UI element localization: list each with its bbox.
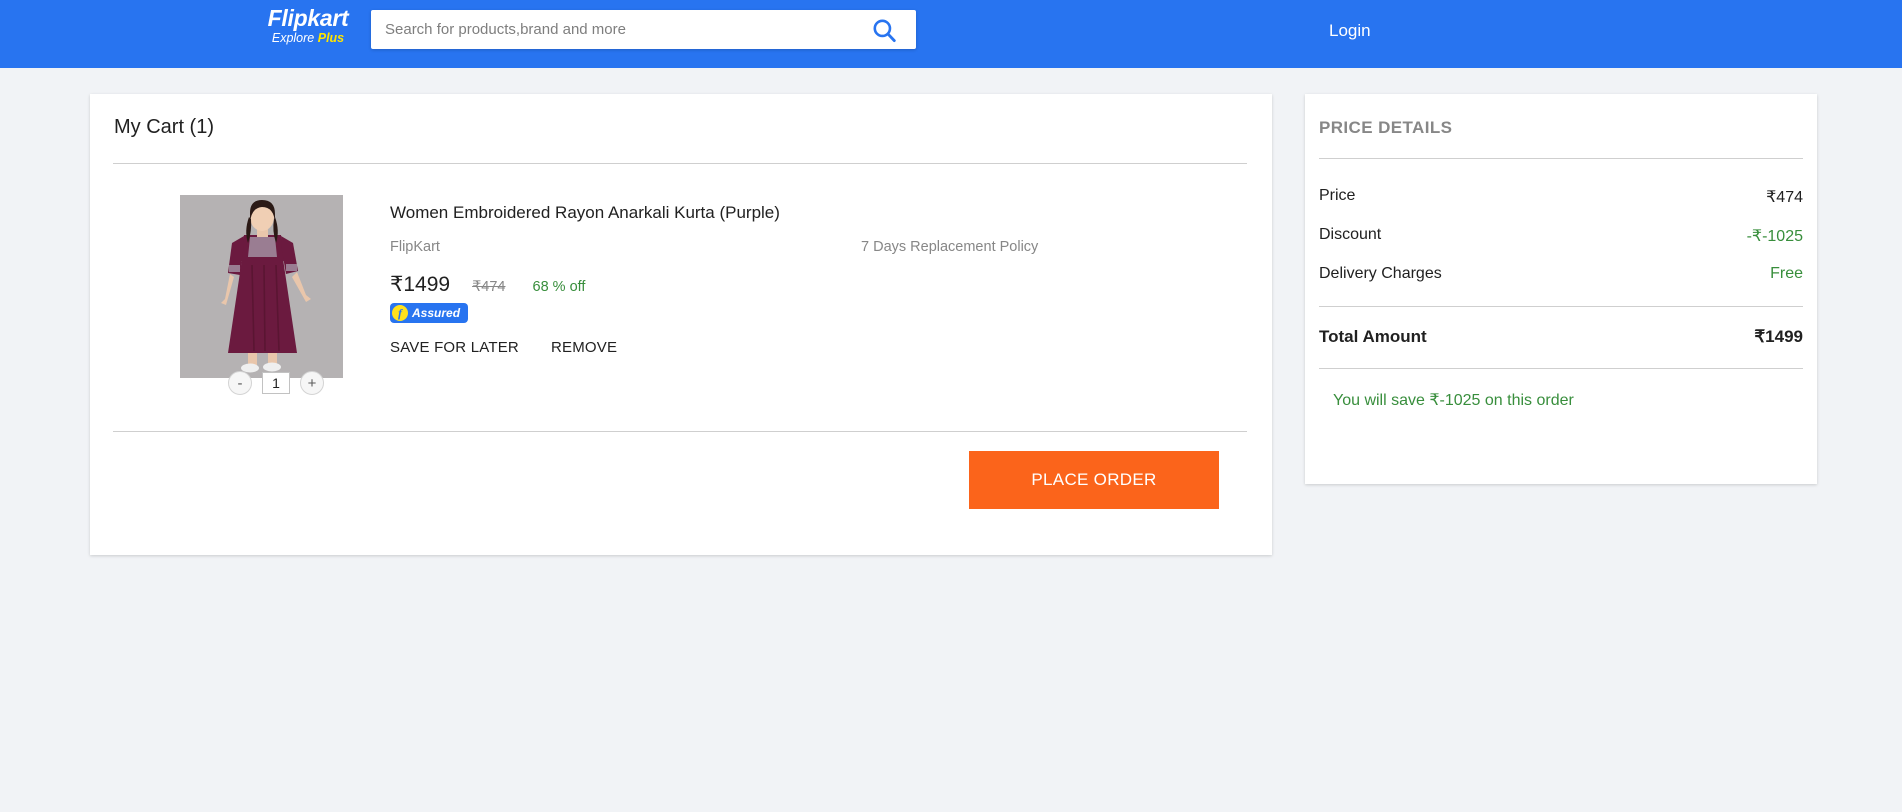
cart-item-actions: SAVE FOR LATER REMOVE xyxy=(390,339,617,356)
save-for-later-button[interactable]: SAVE FOR LATER xyxy=(390,339,519,356)
price-row-delivery-label: Delivery Charges xyxy=(1319,265,1442,282)
quantity-input[interactable] xyxy=(262,372,290,394)
page-body: My Cart (1) - 1 + Women Embroidered Rayo… xyxy=(0,68,1902,812)
search-icon xyxy=(873,18,896,42)
total-amount-label: Total Amount xyxy=(1319,327,1427,346)
logo-wordmark: Flipkart xyxy=(267,5,349,31)
product-image[interactable] xyxy=(180,195,343,378)
price-row-discount-label: Discount xyxy=(1319,226,1382,243)
price-row-discount-value: -₹-1025 xyxy=(1746,228,1803,245)
price-row-delivery: Delivery Charges Free xyxy=(1319,265,1803,283)
quantity-stepper: - + xyxy=(228,371,324,395)
logo-tagline-plus: Plus xyxy=(317,31,345,45)
site-header: Flipkart Explore Plus Login xyxy=(0,0,1902,68)
price-row-discount: Discount -₹-1025 xyxy=(1319,226,1803,246)
product-seller: FlipKart xyxy=(390,239,440,255)
assured-label: Assured xyxy=(412,306,461,320)
cart-card: My Cart (1) - 1 + Women Embroidered Rayo… xyxy=(90,94,1272,555)
quantity-decrement-button[interactable]: - xyxy=(228,371,252,395)
remove-button[interactable]: REMOVE xyxy=(551,339,617,356)
replacement-policy: 7 Days Replacement Policy xyxy=(861,239,1039,255)
total-amount-row: Total Amount ₹1499 xyxy=(1319,327,1803,347)
product-photo xyxy=(180,195,343,378)
flipkart-logo[interactable]: Flipkart Explore Plus xyxy=(252,7,364,45)
cart-divider-top xyxy=(113,163,1247,164)
logo-tagline-explore: Explore xyxy=(271,31,315,45)
quantity-increment-button[interactable]: + xyxy=(300,371,324,395)
price-row-delivery-value: Free xyxy=(1770,265,1803,282)
product-name[interactable]: Women Embroidered Rayon Anarkali Kurta (… xyxy=(390,203,780,223)
search-bar xyxy=(371,10,916,49)
place-order-button[interactable]: PLACE ORDER xyxy=(969,451,1219,509)
search-input[interactable] xyxy=(371,10,861,49)
price-details-divider-3 xyxy=(1319,368,1803,369)
cart-title: My Cart (1) xyxy=(114,116,214,138)
current-price: ₹1499 xyxy=(390,273,451,296)
flipkart-assured-icon: f xyxy=(392,305,408,321)
price-row-price: Price ₹474 xyxy=(1319,187,1803,207)
price-row-price-value: ₹474 xyxy=(1766,189,1803,206)
assured-badge: f Assured xyxy=(390,303,469,323)
total-amount-value: ₹1499 xyxy=(1754,327,1803,346)
savings-message: You will save ₹-1025 on this order xyxy=(1333,392,1574,409)
price-details-divider-2 xyxy=(1319,306,1803,307)
cart-divider-bottom xyxy=(113,431,1247,432)
logo-tagline: Explore Plus xyxy=(252,32,364,45)
search-button[interactable] xyxy=(862,10,906,49)
price-details-card: PRICE DETAILS Price ₹474 Discount -₹-102… xyxy=(1305,94,1817,484)
original-price: ₹474 xyxy=(472,279,506,295)
price-row-price-label: Price xyxy=(1319,187,1356,204)
discount-percent: 68 % off xyxy=(532,279,586,295)
price-details-title: PRICE DETAILS xyxy=(1319,118,1453,137)
price-details-divider-1 xyxy=(1319,158,1803,159)
price-row: ₹1499 ₹474 68 % off xyxy=(390,272,585,297)
login-link[interactable]: Login xyxy=(1329,21,1371,41)
